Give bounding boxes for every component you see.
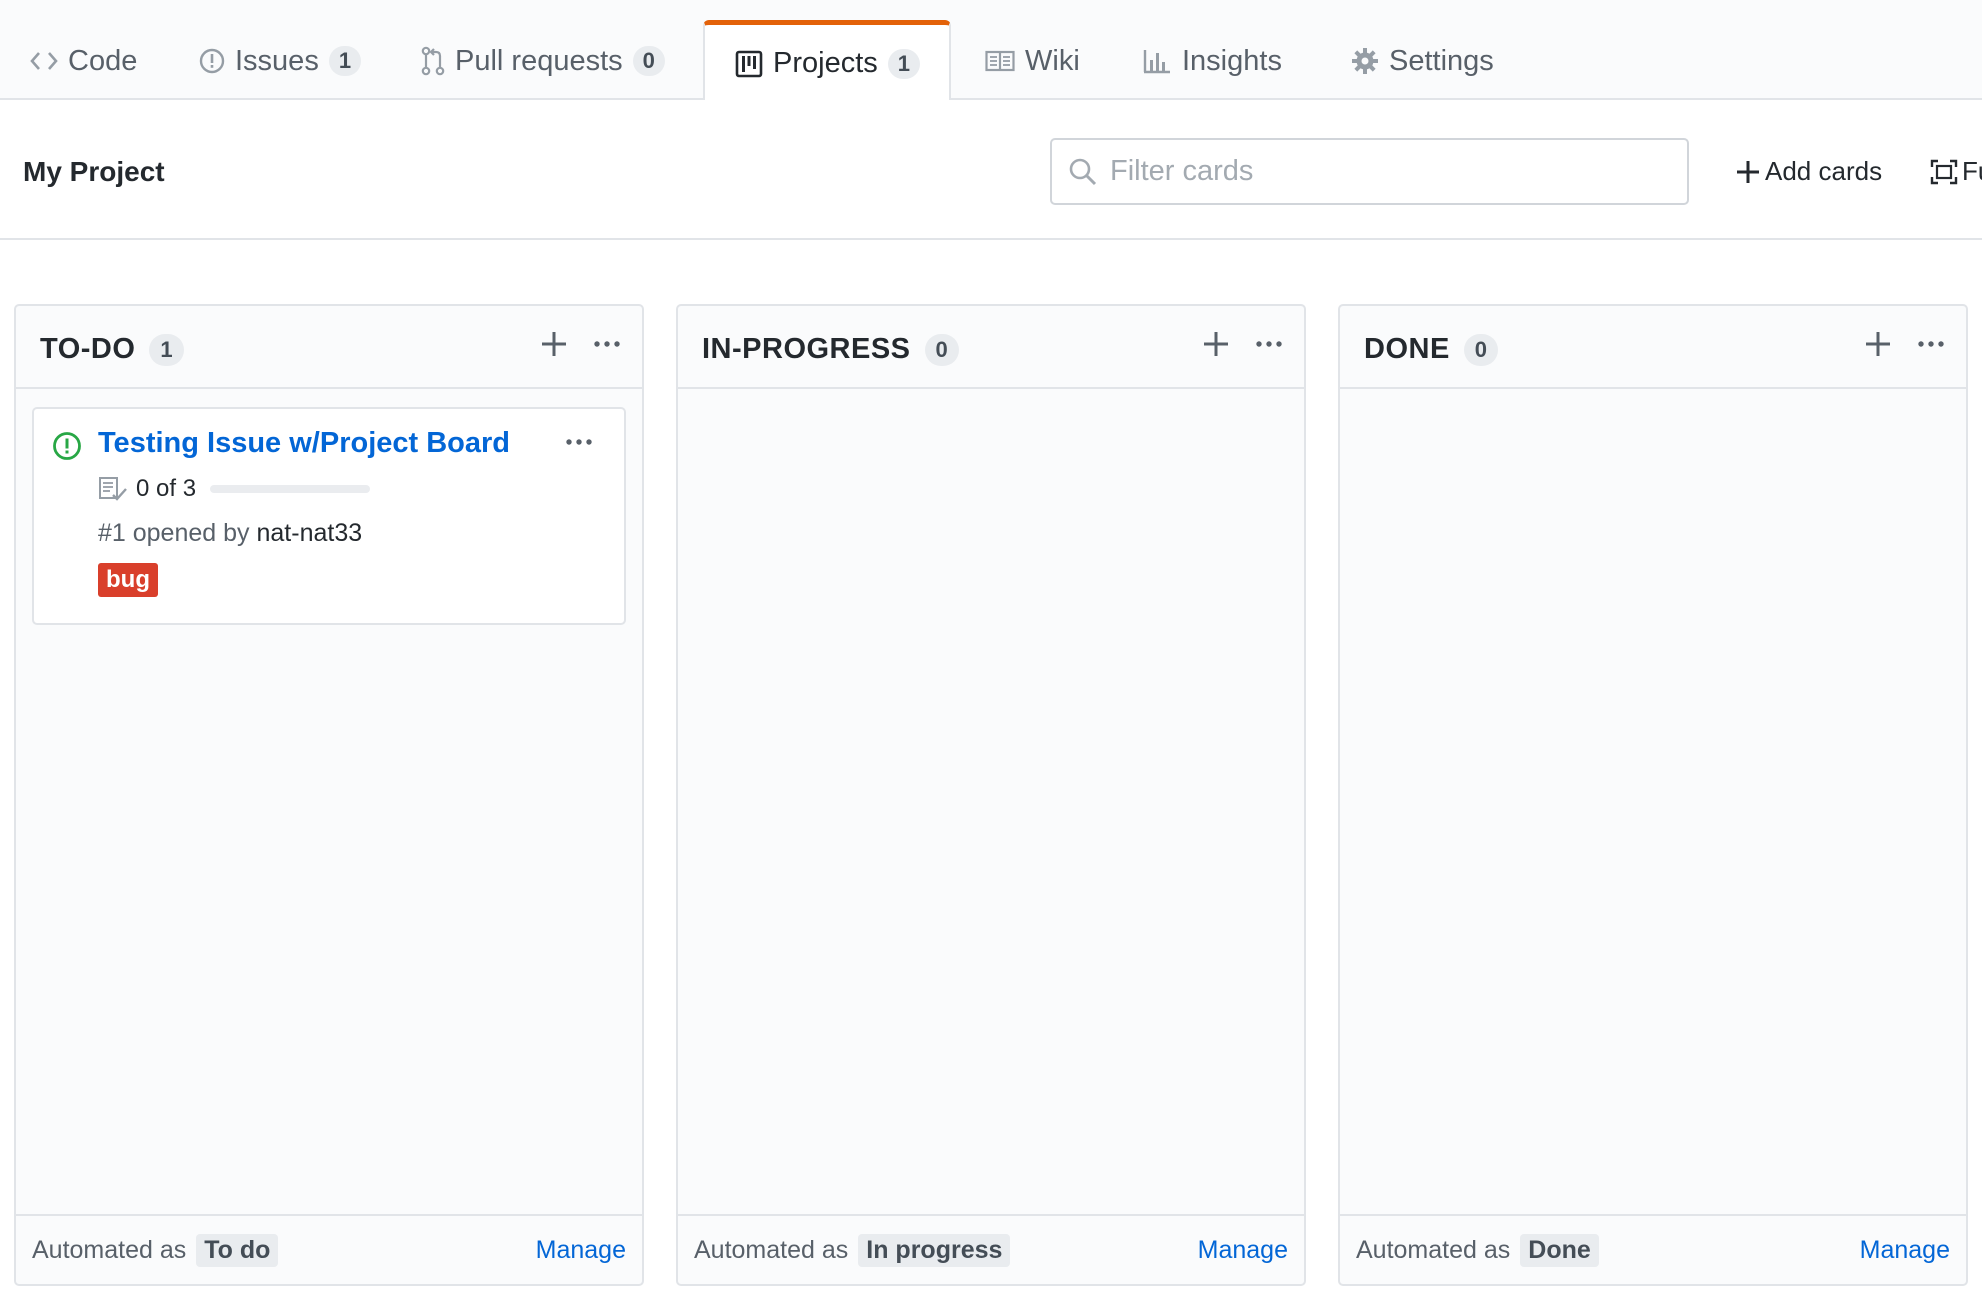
column-footer: Automated as In progress Manage	[678, 1214, 1304, 1284]
repo-nav: Code Issues 1 Pull requests 0 Projects 1…	[0, 0, 1982, 102]
issue-author-link[interactable]: nat-nat33	[256, 519, 362, 547]
add-card-plus-icon[interactable]	[540, 330, 568, 363]
tab-projects[interactable]: Projects 1	[703, 20, 951, 102]
tab-wiki[interactable]: Wiki	[985, 22, 1080, 100]
manage-automation-link[interactable]: Manage	[1198, 1236, 1288, 1265]
card-kebab-icon[interactable]	[564, 435, 594, 454]
column-title: IN-PROGRESS	[702, 333, 911, 365]
add-cards-label: Add cards	[1765, 156, 1883, 186]
kebab-horizontal-icon[interactable]	[592, 330, 622, 363]
issue-opened-icon	[52, 431, 82, 466]
code-icon	[30, 50, 58, 72]
tab-insights-label: Insights	[1182, 44, 1282, 77]
fullscreen-label: Fu	[1962, 156, 1982, 186]
manage-automation-link[interactable]: Manage	[536, 1236, 626, 1265]
column-title: TO-DO	[40, 333, 136, 365]
column-title-wrap: IN-PROGRESS 0	[702, 333, 959, 366]
pull-requests-count: 0	[632, 46, 665, 76]
column-footer: Automated as Done Manage	[1340, 1214, 1966, 1284]
add-card-plus-icon[interactable]	[1202, 330, 1230, 363]
column-in-progress: IN-PROGRESS 0 Automated as In progress M…	[676, 304, 1306, 1286]
kebab-horizontal-icon[interactable]	[1916, 330, 1946, 363]
filter-cards-field[interactable]	[1050, 138, 1689, 205]
task-progress: 0 of 3	[98, 475, 371, 503]
tab-code[interactable]: Code	[30, 22, 137, 100]
fullscreen-button[interactable]: Fu	[1930, 156, 1982, 187]
automation-status: Automated as Done	[1356, 1234, 1599, 1267]
issue-meta-prefix: #1 opened by	[98, 519, 250, 547]
column-title: DONE	[1364, 333, 1450, 365]
column-todo: TO-DO 1 Testing Issue w/Project Board 0 …	[14, 304, 644, 1286]
automation-stage: Done	[1520, 1234, 1599, 1267]
tab-settings-label: Settings	[1389, 44, 1494, 77]
project-title: My Project	[23, 156, 165, 187]
automation-status: Automated as To do	[32, 1234, 279, 1267]
automation-status: Automated as In progress	[694, 1234, 1011, 1267]
column-card-count: 1	[149, 333, 184, 366]
issue-label-bug[interactable]: bug	[98, 563, 158, 597]
issue-title-link[interactable]: Testing Issue w/Project Board	[98, 427, 510, 460]
automation-stage: To do	[196, 1234, 279, 1267]
tab-pull-requests-label: Pull requests	[455, 44, 623, 77]
tab-projects-label: Projects	[773, 47, 878, 79]
task-progress-bar	[210, 485, 371, 493]
git-pull-request-icon	[421, 46, 445, 76]
project-icon	[735, 50, 763, 78]
column-header: DONE 0	[1340, 306, 1966, 389]
project-header: My Project Add cards Fu	[0, 100, 1982, 240]
tab-settings[interactable]: Settings	[1351, 22, 1494, 100]
column-title-wrap: TO-DO 1	[40, 333, 184, 366]
issue-opened-icon	[199, 48, 225, 74]
manage-automation-link[interactable]: Manage	[1860, 1236, 1950, 1265]
book-icon	[985, 49, 1015, 73]
gear-icon	[1351, 47, 1379, 75]
search-icon	[1068, 157, 1098, 187]
graph-icon	[1142, 48, 1172, 74]
tab-code-label: Code	[68, 44, 138, 77]
automation-stage: In progress	[858, 1234, 1011, 1267]
tab-issues[interactable]: Issues 1	[199, 22, 362, 100]
automated-as-label: Automated as	[1356, 1236, 1511, 1264]
tab-pull-requests[interactable]: Pull requests 0	[421, 22, 665, 100]
issue-card[interactable]: Testing Issue w/Project Board 0 of 3 #1 …	[32, 407, 626, 625]
project-board: TO-DO 1 Testing Issue w/Project Board 0 …	[0, 240, 1982, 1296]
add-cards-button[interactable]: Add cards	[1735, 156, 1882, 187]
column-header: TO-DO 1	[16, 306, 642, 389]
checklist-icon	[98, 476, 128, 502]
projects-count: 1	[887, 48, 921, 79]
automated-as-label: Automated as	[32, 1236, 187, 1264]
column-header: IN-PROGRESS 0	[678, 306, 1304, 389]
issue-meta: #1 opened by nat-nat33	[98, 519, 362, 548]
tab-insights[interactable]: Insights	[1142, 22, 1282, 100]
column-card-count: 0	[924, 333, 959, 366]
tab-issues-label: Issues	[235, 44, 319, 77]
column-footer: Automated as To do Manage	[16, 1214, 642, 1284]
automated-as-label: Automated as	[694, 1236, 849, 1264]
add-card-plus-icon[interactable]	[1864, 330, 1892, 363]
column-done: DONE 0 Automated as Done Manage	[1338, 304, 1968, 1286]
issues-count: 1	[328, 46, 362, 76]
task-count: 0 of 3	[136, 475, 197, 502]
column-title-wrap: DONE 0	[1364, 333, 1499, 366]
column-card-count: 0	[1463, 333, 1499, 366]
kebab-horizontal-icon[interactable]	[1254, 330, 1284, 363]
plus-icon	[1735, 159, 1761, 185]
tab-wiki-label: Wiki	[1025, 44, 1080, 77]
screen-full-icon	[1930, 159, 1958, 185]
filter-cards-input[interactable]	[1108, 154, 1672, 189]
